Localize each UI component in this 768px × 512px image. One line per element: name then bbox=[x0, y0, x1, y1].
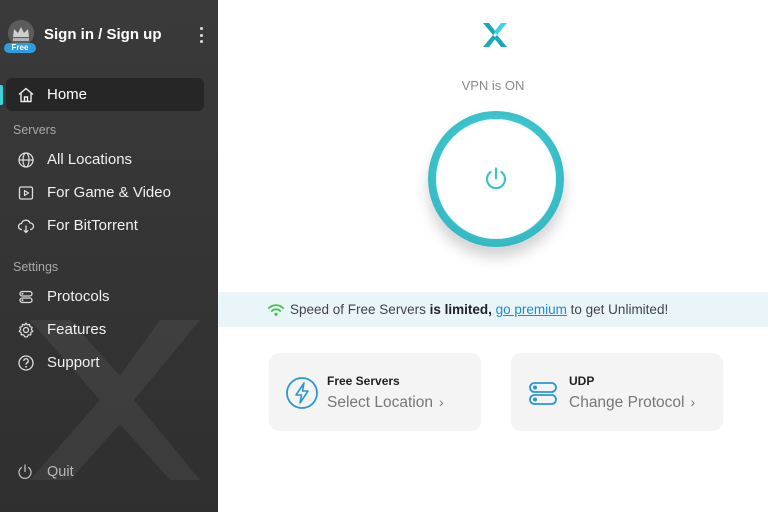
quit-label: Quit bbox=[47, 464, 74, 480]
sidebar-item-bittorrent[interactable]: For BitTorrent bbox=[6, 209, 204, 242]
sidebar-item-label: Protocols bbox=[47, 288, 110, 305]
sidebar-item-game-video[interactable]: For Game & Video bbox=[6, 176, 204, 209]
chevron-right-icon: › bbox=[690, 394, 696, 410]
play-icon bbox=[16, 183, 36, 203]
wifi-icon bbox=[268, 303, 284, 316]
speed-limit-banner: Speed of Free Servers is limited, go pre… bbox=[218, 292, 768, 327]
banner-suffix: to get Unlimited! bbox=[566, 302, 669, 317]
sidebar-item-label: Features bbox=[47, 321, 107, 338]
toggles-icon bbox=[16, 287, 36, 307]
settings-section-heading: Settings bbox=[13, 260, 59, 274]
gear-icon bbox=[16, 320, 36, 340]
sidebar-item-home[interactable]: Home bbox=[6, 78, 204, 111]
sidebar-item-label: For BitTorrent bbox=[47, 217, 138, 234]
sidebar-item-label: For Game & Video bbox=[47, 184, 171, 201]
sign-in-link[interactable]: Sign in / Sign up bbox=[44, 26, 162, 43]
card-title: Free Servers bbox=[327, 374, 400, 388]
card-value-text: Select Location bbox=[327, 394, 433, 411]
banner-text: Speed of Free Servers is limited, go pre… bbox=[290, 302, 668, 317]
main-panel: VPN is ON Speed of Free Servers is limit… bbox=[218, 0, 768, 512]
sidebar-item-label: All Locations bbox=[47, 151, 133, 168]
protocol-select-card[interactable]: UDP Change Protocol › bbox=[511, 353, 723, 431]
help-icon bbox=[16, 353, 36, 373]
card-value: Change Protocol › bbox=[569, 394, 695, 412]
quit-button[interactable]: Quit bbox=[16, 460, 74, 484]
power-icon bbox=[18, 464, 32, 479]
servers-section-heading: Servers bbox=[13, 123, 57, 137]
free-badge: Free bbox=[4, 43, 36, 53]
vpn-status-text: VPN is ON bbox=[461, 78, 525, 93]
toggles-icon bbox=[529, 382, 557, 405]
sidebar-item-all-locations[interactable]: All Locations bbox=[6, 143, 204, 176]
banner-strong: is limited, bbox=[429, 302, 492, 317]
account-header[interactable]: Free Sign in / Sign up bbox=[0, 0, 218, 72]
x-logo-icon bbox=[483, 23, 507, 47]
home-icon bbox=[16, 85, 36, 105]
chevron-right-icon: › bbox=[439, 394, 444, 410]
sidebar-item-support[interactable]: Support bbox=[6, 346, 204, 379]
connect-toggle-button[interactable] bbox=[436, 119, 556, 239]
sidebar-item-label: Home bbox=[47, 86, 88, 103]
card-title: UDP bbox=[569, 374, 595, 388]
server-select-card[interactable]: Free Servers Select Location › bbox=[269, 353, 481, 431]
banner-prefix: Speed of Free Servers bbox=[290, 302, 430, 317]
sidebar: Free Sign in / Sign up Home Servers All … bbox=[0, 0, 218, 512]
power-ring bbox=[428, 111, 564, 247]
card-value: Select Location › bbox=[327, 394, 444, 412]
sidebar-item-features[interactable]: Features bbox=[6, 313, 204, 346]
sidebar-item-protocols[interactable]: Protocols bbox=[6, 280, 204, 313]
globe-icon bbox=[16, 150, 36, 170]
more-options-icon[interactable] bbox=[195, 26, 207, 44]
power-icon bbox=[485, 167, 507, 190]
cloud-download-icon bbox=[16, 216, 36, 236]
sidebar-item-label: Support bbox=[47, 354, 100, 371]
lightning-icon bbox=[286, 377, 318, 409]
go-premium-link[interactable]: go premium bbox=[496, 302, 567, 317]
card-value-text: Change Protocol bbox=[569, 394, 685, 411]
active-indicator bbox=[0, 85, 3, 105]
